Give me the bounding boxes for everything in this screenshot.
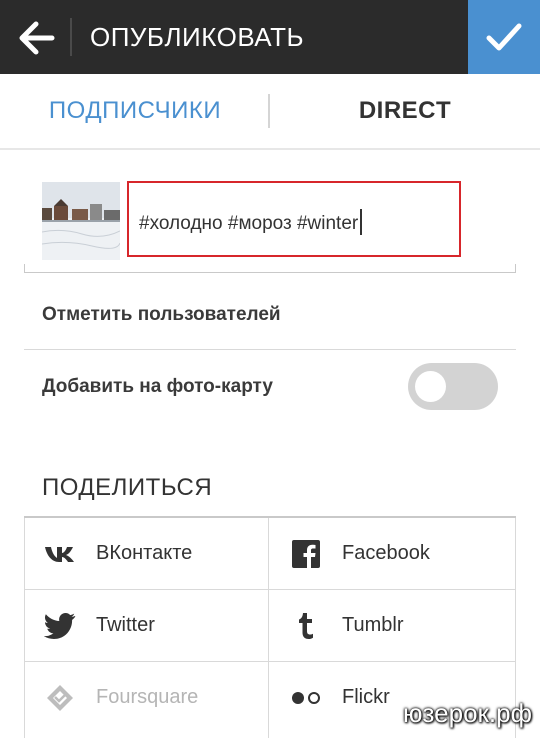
tab-followers[interactable]: ПОДПИСЧИКИ — [0, 74, 270, 148]
twitter-icon — [44, 613, 76, 639]
confirm-button[interactable] — [468, 0, 540, 74]
share-twitter-button[interactable]: Twitter — [24, 590, 268, 662]
caption-text: #холодно #мороз #winter — [139, 209, 362, 237]
share-vk-button[interactable]: ВКонтакте — [24, 518, 268, 590]
share-facebook-button[interactable]: Facebook — [270, 518, 516, 590]
check-icon — [486, 23, 522, 51]
toggle-knob — [415, 371, 446, 402]
watermark: юзерок.рф — [403, 698, 532, 728]
service-label: Flickr — [342, 686, 390, 708]
facebook-icon — [292, 540, 320, 568]
text-cursor — [360, 209, 362, 235]
service-label: Tumblr — [342, 614, 404, 636]
tag-people-option[interactable]: Отметить пользователей — [42, 304, 281, 326]
photo-thumbnail — [42, 182, 120, 260]
share-section-title: ПОДЕЛИТЬСЯ — [42, 474, 213, 501]
share-foursquare-button[interactable]: Foursquare — [24, 662, 268, 734]
caption-input[interactable]: #холодно #мороз #winter — [127, 181, 461, 257]
service-label: Foursquare — [96, 686, 199, 708]
tab-direct[interactable]: DIRECT — [270, 74, 540, 148]
add-to-map-label: Добавить на фото-карту — [42, 376, 273, 397]
top-bar: ОПУБЛИКОВАТЬ — [0, 0, 540, 74]
service-label: Facebook — [342, 542, 430, 564]
divider — [24, 264, 25, 273]
service-label: Twitter — [96, 614, 155, 636]
share-tumblr-button[interactable]: Tumblr — [270, 590, 516, 662]
tab-divider — [268, 94, 270, 128]
foursquare-icon — [47, 685, 73, 711]
arrow-left-icon — [19, 21, 55, 55]
divider — [515, 264, 516, 273]
audience-tabs: ПОДПИСЧИКИ DIRECT — [0, 74, 540, 150]
tumblr-icon — [299, 613, 313, 639]
back-button[interactable] — [14, 19, 58, 57]
divider — [24, 272, 516, 273]
divider — [24, 349, 516, 350]
service-label: ВКонтакте — [96, 542, 193, 564]
flickr-icon — [292, 692, 320, 704]
divider — [268, 518, 269, 738]
page-title: ОПУБЛИКОВАТЬ — [90, 22, 305, 52]
add-to-map-toggle[interactable] — [408, 363, 498, 410]
vk-icon — [45, 547, 74, 562]
divider — [70, 18, 72, 56]
